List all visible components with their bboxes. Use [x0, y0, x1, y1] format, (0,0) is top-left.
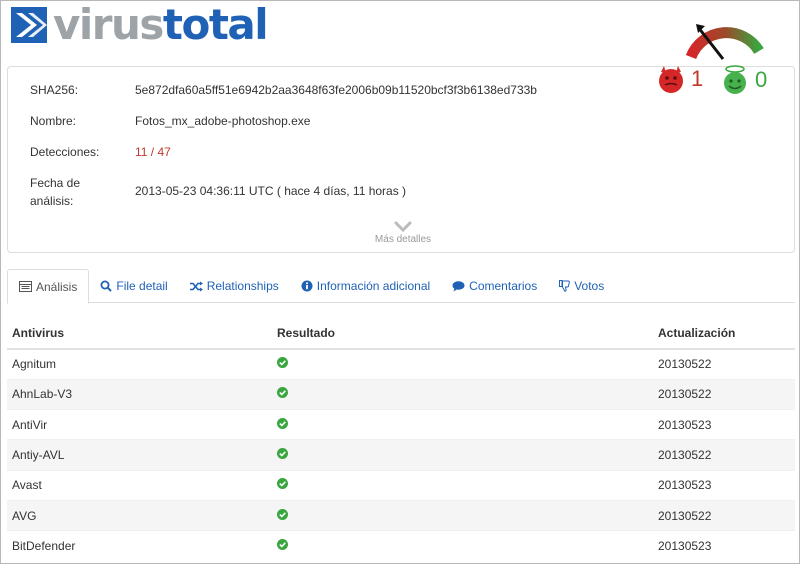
search-icon	[100, 280, 113, 292]
antivirus-name: AhnLab-V3	[7, 378, 272, 410]
info-icon	[301, 280, 313, 292]
column-header-resultado[interactable]: Resultado	[272, 318, 653, 350]
tab-analisis-label: Análisis	[36, 279, 78, 294]
update-date: 20130522	[653, 439, 795, 471]
analysis-date-label-line1: Fecha de	[30, 176, 81, 190]
result-cell	[272, 409, 653, 440]
analysis-date-row: Fecha de análisis: 2013-05-23 04:36:11 UT…	[30, 174, 406, 210]
malicious-votes-count: 1	[691, 66, 704, 91]
analysis-date-label: Fecha de análisis:	[30, 174, 135, 210]
thumbs-down-icon	[559, 280, 571, 292]
update-date: 20130522	[653, 499, 795, 531]
logo-mark-icon	[11, 7, 47, 43]
more-details-button[interactable]: Más detalles	[363, 221, 443, 245]
update-date: 20130523	[653, 409, 795, 440]
file-name-value: Fotos_mx_adobe-photoshop.exe	[135, 114, 311, 128]
table-row: Avast 20130523	[7, 469, 795, 501]
sha256-row: SHA256: 5e872dfa60a5ff51e6942b2aa3648f63…	[30, 81, 537, 99]
update-date: 20130522	[653, 378, 795, 410]
detections-value: 11 / 47	[135, 145, 171, 159]
result-cell	[272, 499, 653, 531]
sha256-value: 5e872dfa60a5ff51e6942b2aa3648f63fe2006b0…	[135, 83, 537, 97]
chevron-down-icon	[394, 221, 412, 232]
harmless-votes-count: 0	[755, 67, 768, 92]
tab-votos[interactable]: Votos	[548, 269, 615, 303]
file-name-row: Nombre: Fotos_mx_adobe-photoshop.exe	[30, 112, 310, 130]
update-date: 20130523	[653, 469, 795, 501]
table-row: AVG 20130522	[7, 499, 795, 531]
virustotal-logo[interactable]: virustotal	[11, 4, 269, 46]
tab-file-detail-label: File detail	[116, 279, 168, 293]
column-header-actualizacion[interactable]: Actualización	[653, 318, 795, 350]
tab-votos-label: Votos	[574, 279, 605, 293]
table-header-row: Antivirus Resultado Actualización	[7, 318, 795, 350]
antivirus-name: AntiVir	[7, 409, 272, 440]
page-frame: virustotal SHA256: 5e872dfa60a5ff51e6942…	[0, 0, 800, 564]
file-name-label: Nombre:	[30, 114, 77, 128]
tab-informacion-adicional[interactable]: Información adicional	[290, 269, 441, 303]
analysis-date-value: 2013-05-23 04:36:11 UTC ( hace 4 días, 1…	[135, 184, 407, 198]
antivirus-name: Avast	[7, 469, 272, 501]
table-icon	[19, 281, 32, 292]
harmless-votes[interactable]: 0	[719, 64, 767, 96]
logo-text: virustotal	[53, 4, 269, 46]
result-cell	[272, 348, 653, 380]
comment-icon	[452, 280, 465, 291]
shuffle-icon	[189, 281, 203, 291]
report-tabs: Análisis File detail Relationships Infor…	[7, 269, 795, 304]
detections-row: Detecciones: 11 / 47	[30, 143, 171, 161]
more-details-label: Más detalles	[374, 234, 432, 245]
malicious-votes[interactable]: 1	[655, 64, 703, 94]
analysis-date-label-line2: análisis:	[30, 194, 74, 208]
logo-text-virus: virus	[53, 0, 164, 49]
result-cell	[272, 530, 653, 562]
check-circle-icon	[277, 417, 288, 429]
antivirus-name: AVG	[7, 499, 272, 531]
result-cell	[272, 439, 653, 471]
result-cell	[272, 378, 653, 410]
tab-analisis[interactable]: Análisis	[7, 269, 90, 304]
check-circle-icon	[277, 448, 288, 460]
table-row: Agnitum 20130522	[7, 348, 795, 380]
update-date: 20130523	[653, 530, 795, 562]
check-circle-icon	[277, 539, 288, 551]
tab-comentarios-label: Comentarios	[469, 279, 538, 293]
check-circle-icon	[277, 357, 288, 369]
tab-informacion-adicional-label: Información adicional	[316, 279, 431, 293]
tab-relationships-label: Relationships	[206, 279, 279, 293]
detections-label: Detecciones:	[30, 145, 100, 159]
table-row: Antiy-AVL 20130522	[7, 439, 795, 471]
tab-comentarios[interactable]: Comentarios	[441, 269, 548, 303]
tab-file-detail[interactable]: File detail	[89, 269, 178, 303]
angel-face-icon	[724, 65, 746, 94]
check-circle-icon	[277, 478, 288, 490]
check-circle-icon	[277, 387, 288, 399]
antivirus-name: Antiy-AVL	[7, 439, 272, 471]
table-row: AntiVir 20130523	[7, 409, 795, 440]
result-cell	[272, 469, 653, 501]
check-circle-icon	[277, 508, 288, 520]
devil-face-icon	[659, 66, 683, 93]
tab-relationships[interactable]: Relationships	[179, 269, 290, 303]
table-row: BitDefender 20130523	[7, 530, 795, 562]
sha256-label: SHA256:	[30, 83, 79, 97]
antivirus-name: Agnitum	[7, 348, 272, 380]
table-row: AhnLab-V3 20130522	[7, 378, 795, 410]
update-date: 20130522	[653, 348, 795, 380]
antivirus-results-table: Antivirus Resultado Actualización Agnitu…	[7, 318, 795, 562]
antivirus-name: BitDefender	[7, 530, 272, 562]
logo-text-total: total	[162, 0, 269, 49]
column-header-antivirus[interactable]: Antivirus	[7, 318, 272, 350]
